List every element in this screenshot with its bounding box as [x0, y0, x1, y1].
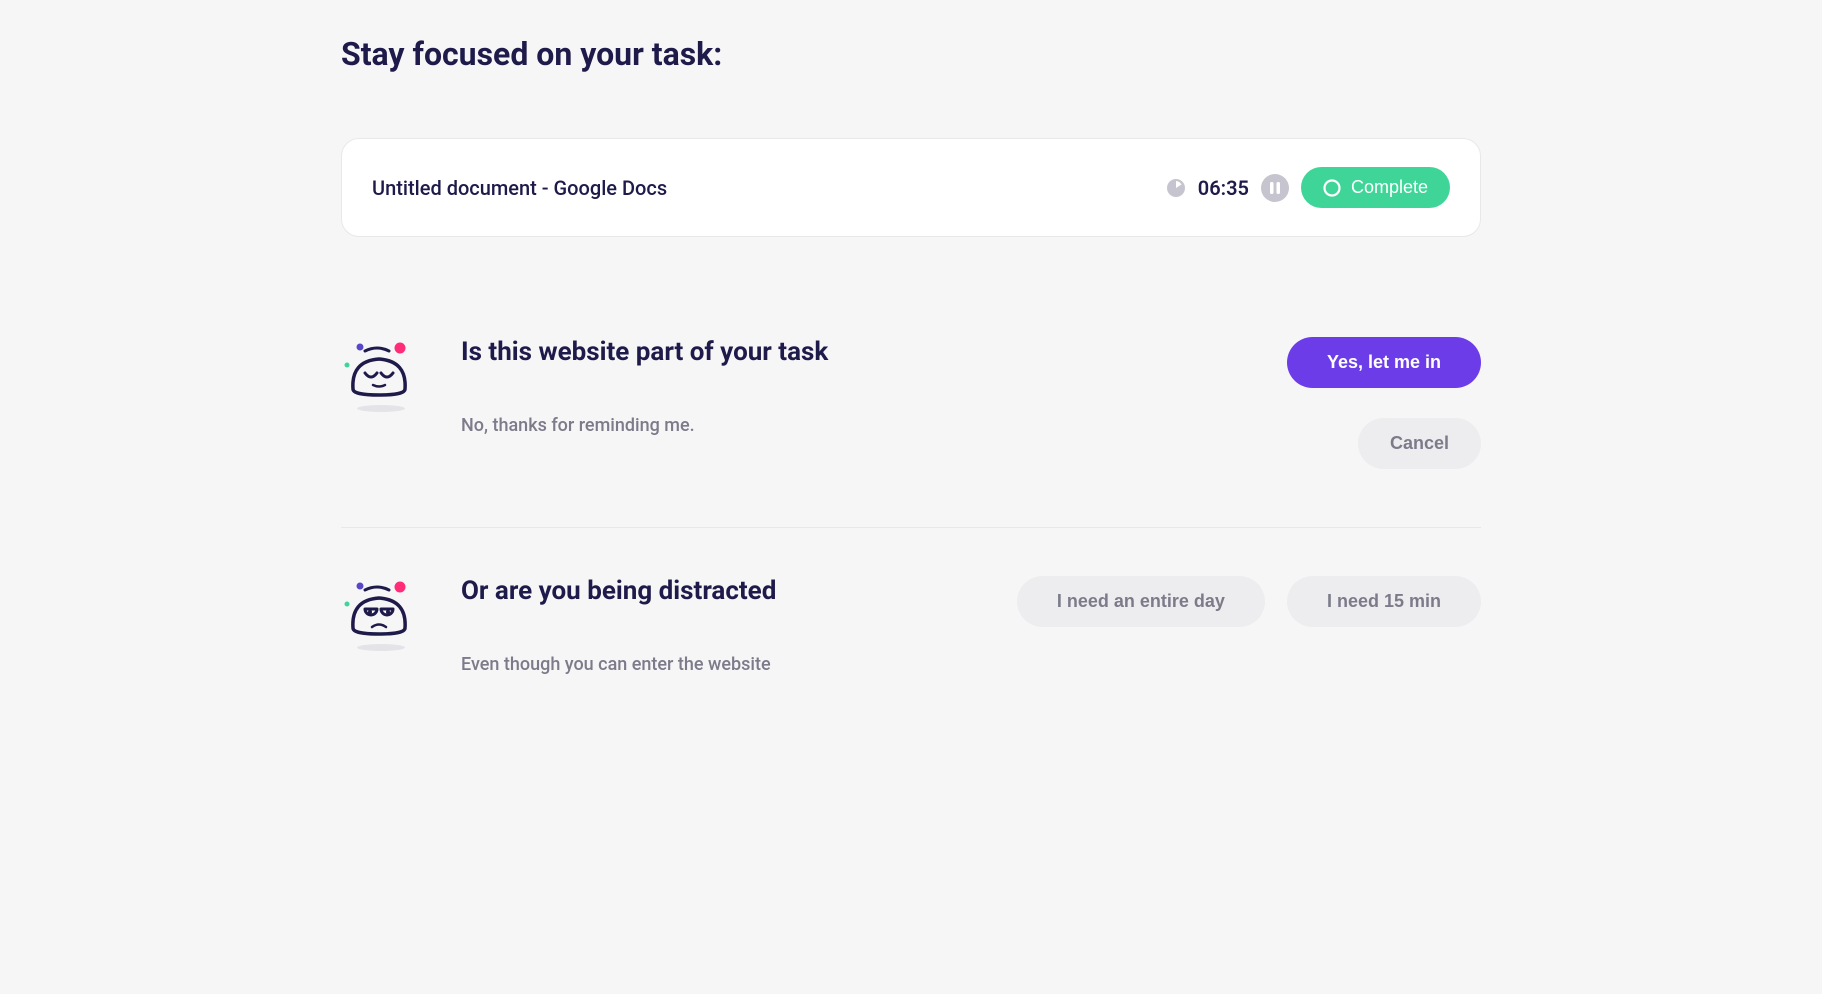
mascot-grumpy [341, 576, 421, 651]
section2-sub: Even though you can enter the website [461, 654, 993, 675]
pause-icon [1270, 182, 1280, 194]
mascot-shadow [357, 405, 405, 412]
mascot-sleepy [341, 337, 421, 412]
yes-let-me-in-button[interactable]: Yes, let me in [1287, 337, 1481, 388]
mascot-shadow [357, 644, 405, 651]
complete-label: Complete [1351, 177, 1428, 198]
task-controls: 06:35 Complete [1166, 167, 1450, 208]
task-title: Untitled document - Google Docs [372, 176, 667, 200]
circle-icon [1323, 179, 1341, 197]
task-card: Untitled document - Google Docs 06:35 [341, 138, 1481, 237]
pause-button[interactable] [1261, 174, 1289, 202]
clock-icon [1166, 178, 1186, 198]
section-task-check: Is this website part of your task No, th… [341, 337, 1481, 528]
page-title: Stay focused on your task: [341, 35, 1481, 73]
time-display: 06:35 [1198, 176, 1249, 200]
section2-heading: Or are you being distracted [461, 576, 993, 606]
section1-sub: No, thanks for reminding me. [461, 415, 1263, 436]
section1-heading: Is this website part of your task [461, 337, 1263, 367]
need-15-min-button[interactable]: I need 15 min [1287, 576, 1481, 627]
mascot-grumpy-icon [343, 576, 419, 638]
section-distracted: Or are you being distracted Even though … [341, 576, 1481, 733]
need-entire-day-button[interactable]: I need an entire day [1017, 576, 1265, 627]
complete-button[interactable]: Complete [1301, 167, 1450, 208]
cancel-button[interactable]: Cancel [1358, 418, 1481, 469]
mascot-sleepy-icon [343, 337, 419, 399]
